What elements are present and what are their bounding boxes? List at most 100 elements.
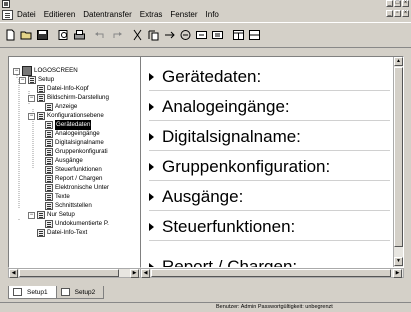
section-steuerfunktionen[interactable]: Steuerfunktionen: (149, 213, 390, 241)
doc-close-icon[interactable]: × (402, 10, 409, 17)
document-icon (45, 166, 53, 174)
scroll-thumb[interactable] (19, 269, 119, 277)
scroll-thumb[interactable] (151, 269, 391, 277)
title-bar: _ □ × (0, 0, 411, 8)
window-controls: _ □ × (386, 0, 409, 7)
menu-datei[interactable]: Datei (13, 8, 40, 22)
redo-icon[interactable] (109, 28, 124, 42)
tab-setup1[interactable]: Setup1 (8, 286, 57, 299)
section-title: Gruppenkonfiguration: (162, 156, 331, 176)
expand-arrow-icon[interactable] (149, 72, 154, 81)
transfer-icon[interactable] (162, 28, 177, 42)
document-icon (45, 220, 53, 228)
expand-arrow-icon[interactable] (149, 222, 154, 231)
expand-arrow-icon[interactable] (149, 132, 154, 141)
scroll-left-icon[interactable]: ◀ (9, 269, 18, 278)
section-title: Ausgänge: (162, 186, 244, 206)
folder-icon (37, 112, 45, 120)
window-split-icon[interactable] (247, 28, 262, 42)
new-file-icon[interactable] (3, 28, 18, 42)
content-view[interactable]: Gerätedaten: Analogeingänge: Digitalsign… (140, 56, 404, 268)
scroll-thumb[interactable] (394, 67, 403, 247)
tree-node-datei-info-text[interactable]: Datei-Info-Text (37, 228, 87, 238)
maximize-icon[interactable]: □ (394, 0, 401, 7)
section-ausgaenge[interactable]: Ausgänge: (149, 183, 390, 211)
doc-restore-icon[interactable]: ▫ (394, 10, 401, 17)
document-icon (45, 103, 53, 111)
document-icon (37, 229, 45, 237)
menu-datentransfer[interactable]: Datentransfer (79, 8, 135, 22)
cut-icon[interactable] (130, 28, 145, 42)
document-icon (45, 193, 53, 201)
section-title: Report / Chargen: (162, 256, 298, 268)
collapse-icon[interactable]: − (28, 112, 35, 120)
scroll-right-icon[interactable]: ▶ (393, 269, 402, 278)
scroll-down-icon[interactable]: ▼ (394, 257, 403, 266)
copy-icon[interactable] (146, 28, 161, 42)
print-icon[interactable] (72, 28, 87, 42)
document-icon (37, 85, 45, 93)
section-analogeingaenge[interactable]: Analogeingänge: (149, 93, 390, 121)
tab-label: Setup2 (74, 288, 96, 296)
document-icon (45, 202, 53, 210)
open-folder-icon[interactable] (19, 28, 34, 42)
document-icon (45, 130, 53, 138)
section-title: Analogeingänge: (162, 96, 290, 116)
document-icon (45, 157, 53, 165)
section-title: Digitalsignalname: (162, 126, 301, 146)
document-icon (45, 148, 53, 156)
section-title: Gerätedaten: (162, 66, 262, 86)
expand-arrow-icon[interactable] (149, 102, 154, 111)
section-gruppenkonfiguration[interactable]: Gruppenkonfiguration: (149, 153, 390, 181)
menu-info[interactable]: Info (202, 8, 223, 22)
scroll-up-icon[interactable]: ▲ (394, 57, 403, 66)
section-digitalsignalname[interactable]: Digitalsignalname: (149, 123, 390, 151)
setup-file-icon (13, 288, 22, 296)
menu-editieren[interactable]: Editieren (40, 8, 80, 22)
tree-view[interactable]: − LOGOSCREEN − Setup Datei-Info-Kopf − B… (8, 56, 141, 268)
expand-arrow-icon[interactable] (149, 192, 154, 201)
minimize-icon[interactable]: _ (386, 0, 393, 7)
content-vertical-scrollbar[interactable]: ▲ ▼ (393, 57, 403, 267)
expand-arrow-icon[interactable] (149, 162, 154, 171)
status-bar: Benutzer: Admin Passwortgültigkeit: unbe… (0, 302, 411, 312)
section-report-chargen[interactable]: Report / Chargen: (149, 253, 390, 268)
folder-icon (37, 211, 45, 219)
app-icon (2, 0, 10, 8)
document-icon (45, 175, 53, 183)
section-title: Steuerfunktionen: (162, 216, 296, 236)
document-icon[interactable] (2, 10, 13, 20)
setup-file-icon (60, 288, 70, 296)
folder-icon (28, 76, 36, 84)
scroll-left-icon[interactable]: ◀ (141, 269, 150, 278)
app-window: _ □ × Datei Editieren Datentransfer Extr… (0, 0, 411, 312)
section-geraetedaten[interactable]: Gerätedaten: (149, 63, 390, 91)
toolbar (0, 22, 411, 48)
menu-fenster[interactable]: Fenster (166, 8, 201, 22)
menu-extras[interactable]: Extras (136, 8, 167, 22)
tree-node-label: Datei-Info-Text (47, 229, 88, 236)
menu-bar: Datei Editieren Datentransfer Extras Fen… (0, 8, 411, 22)
tree-horizontal-scrollbar[interactable]: ◀ ▶ (8, 268, 141, 278)
print-preview-icon[interactable] (56, 28, 71, 42)
scroll-right-icon[interactable]: ▶ (130, 269, 139, 278)
collapse-icon[interactable]: − (28, 211, 35, 219)
transfer-in-icon[interactable] (178, 28, 193, 42)
close-icon[interactable]: × (402, 0, 409, 7)
window-icon[interactable] (231, 28, 246, 42)
document-icon (45, 139, 53, 147)
content-horizontal-scrollbar[interactable]: ◀ ▶ (140, 268, 404, 278)
save-icon[interactable] (35, 28, 50, 42)
tab-setup2[interactable]: Setup2 (55, 286, 105, 299)
document-icon (45, 121, 53, 129)
transfer-both-icon[interactable] (210, 28, 225, 42)
document-window-controls: _ ▫ × (386, 10, 409, 17)
collapse-icon[interactable]: − (28, 94, 35, 102)
folder-icon (37, 94, 45, 102)
status-text: Benutzer: Admin Passwortgültigkeit: unbe… (216, 304, 333, 310)
doc-minimize-icon[interactable]: _ (386, 10, 393, 17)
undo-icon[interactable] (93, 28, 108, 42)
collapse-icon[interactable]: − (13, 67, 20, 75)
collapse-icon[interactable]: − (19, 76, 26, 84)
transfer-out-icon[interactable] (194, 28, 209, 42)
